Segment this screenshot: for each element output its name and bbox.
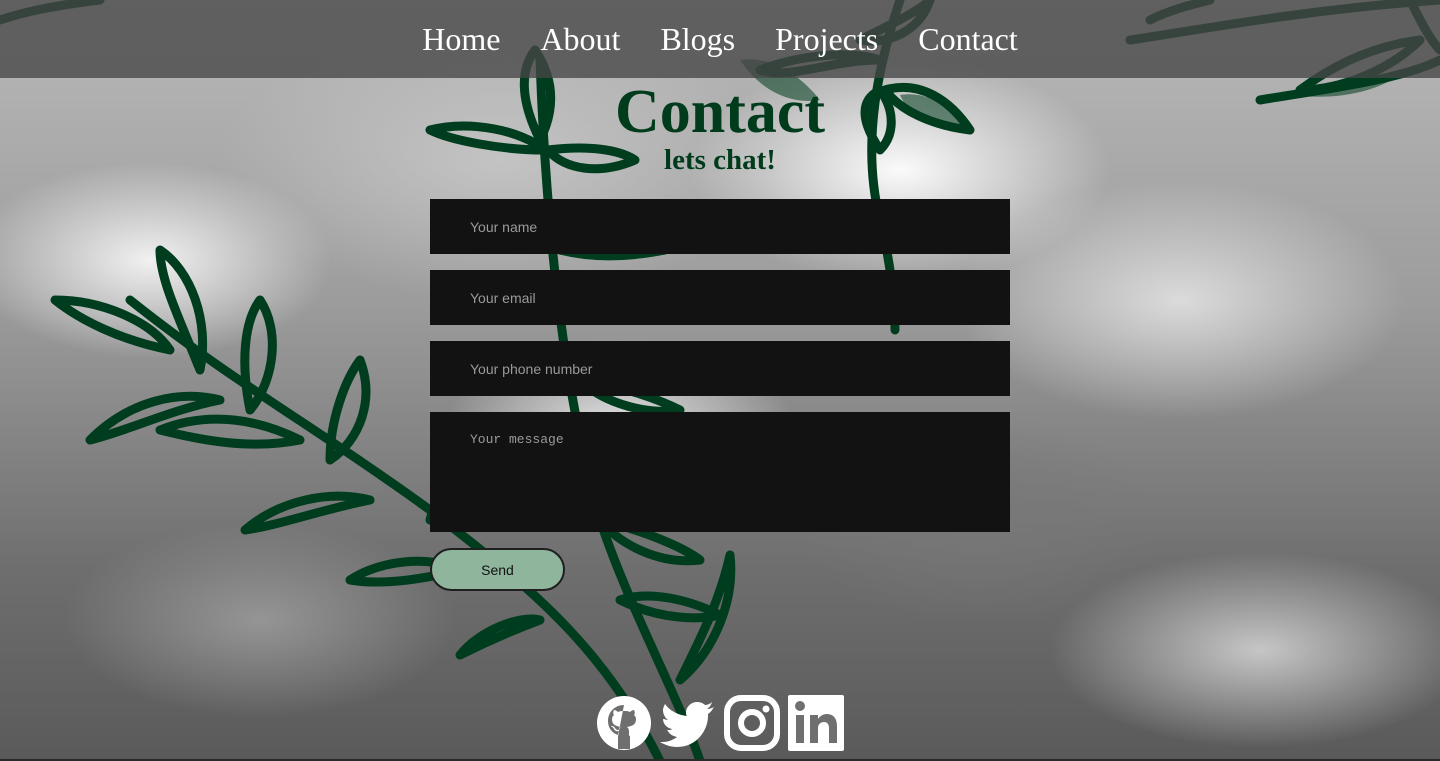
contact-form: Send — [430, 199, 1010, 591]
github-icon[interactable] — [596, 695, 652, 751]
nav-home-link[interactable]: Home — [422, 23, 500, 55]
page-title: Contact — [614, 78, 826, 146]
message-textarea[interactable] — [430, 412, 1010, 532]
page-heading: Contact lets chat! — [0, 80, 1440, 176]
nav-about-link[interactable]: About — [540, 23, 620, 55]
main-nav: Home About Blogs Projects Contact — [0, 0, 1440, 78]
send-button[interactable]: Send — [430, 548, 565, 591]
email-input[interactable] — [430, 270, 1010, 325]
twitter-icon[interactable] — [660, 695, 716, 751]
linkedin-icon[interactable] — [788, 695, 844, 751]
nav-contact-link[interactable]: Contact — [918, 23, 1018, 55]
page-subtitle: lets chat! — [664, 144, 776, 176]
instagram-icon[interactable] — [724, 695, 780, 751]
nav-projects-link[interactable]: Projects — [775, 23, 878, 55]
nav-blogs-link[interactable]: Blogs — [660, 23, 735, 55]
social-links — [596, 695, 844, 751]
phone-input[interactable] — [430, 341, 1010, 396]
name-input[interactable] — [430, 199, 1010, 254]
